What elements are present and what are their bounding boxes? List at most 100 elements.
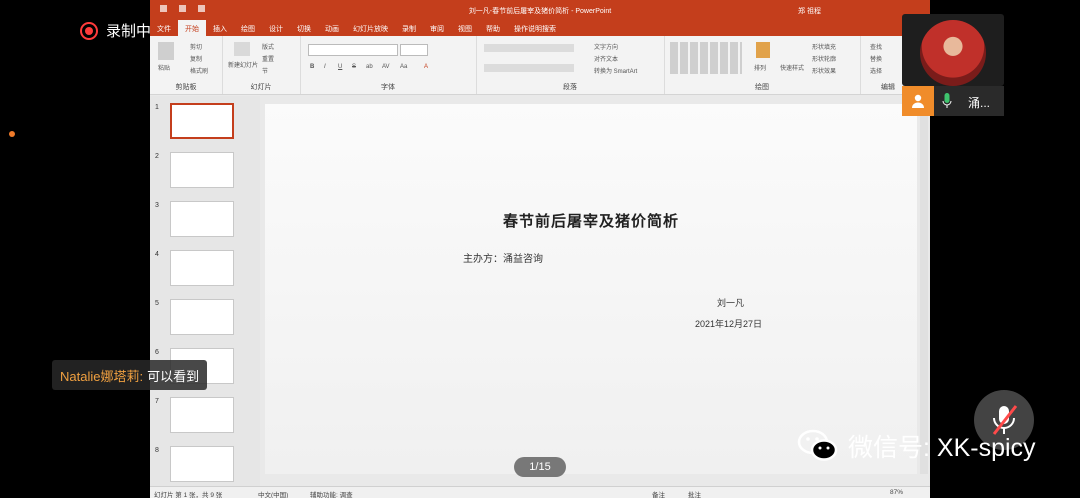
thumb-number: 8 <box>155 447 159 454</box>
font-group-label: 字体 <box>381 84 395 91</box>
slide-organizer: 主办方：涌益咨询 <box>463 254 543 265</box>
shape-outline-button[interactable]: 形状轮廓 <box>812 54 836 63</box>
watermark: 微信号: XK-spicy <box>796 428 1036 464</box>
align-text-button[interactable]: 对齐文本 <box>594 54 618 63</box>
thumb-number: 3 <box>155 202 159 209</box>
shape-fill-button[interactable]: 形状填充 <box>812 42 836 51</box>
new-slide-icon[interactable] <box>234 42 250 56</box>
font-color-button[interactable]: A <box>424 64 428 70</box>
slide-thumbnail-5[interactable] <box>170 299 234 335</box>
slide-canvas[interactable]: 春节前后屠宰及猪价简析 主办方：涌益咨询 刘一凡 2021年12月27日 <box>265 104 917 474</box>
shape-effects-button[interactable]: 形状效果 <box>812 66 836 75</box>
format-painter-button[interactable]: 格式刷 <box>190 66 208 75</box>
zoom-level[interactable]: 87% <box>890 489 903 496</box>
shadow-button[interactable]: ab <box>366 64 373 70</box>
tell-me-search[interactable]: 操作说明搜索 <box>507 20 563 36</box>
slide-thumbnail-8[interactable] <box>170 446 234 482</box>
ppt-titlebar: 刘一凡-春节前后屠宰及猪价简析 - PowerPoint 郑 祖程 <box>150 0 930 20</box>
tab-record[interactable]: 录制 <box>395 20 423 36</box>
copy-button[interactable]: 复制 <box>190 54 202 63</box>
tab-animations[interactable]: 动画 <box>318 20 346 36</box>
thumb-number: 7 <box>155 398 159 405</box>
participant-video[interactable] <box>902 14 1004 86</box>
notes-button[interactable]: 备注 <box>652 489 665 498</box>
paste-label[interactable]: 粘贴 <box>158 63 170 72</box>
tab-insert[interactable]: 插入 <box>206 20 234 36</box>
clipboard-group-label: 剪贴板 <box>175 84 197 91</box>
text-direction-button[interactable]: 文字方向 <box>594 42 618 51</box>
reset-button[interactable]: 重置 <box>262 54 274 63</box>
font-name-dropdown[interactable] <box>308 44 398 56</box>
status-accessibility[interactable]: 辅助功能: 调查 <box>310 489 353 498</box>
char-spacing-button[interactable]: AV <box>382 64 390 70</box>
list-buttons-icon[interactable] <box>484 44 574 52</box>
tab-help[interactable]: 帮助 <box>479 20 507 36</box>
slide-date: 2021年12月27日 <box>695 319 763 329</box>
vertical-scrollbar[interactable] <box>920 104 928 474</box>
bold-button[interactable]: B <box>310 64 314 70</box>
shapes-gallery-icon[interactable] <box>670 42 742 74</box>
cut-button[interactable]: 剪切 <box>190 42 202 51</box>
tab-view[interactable]: 视图 <box>451 20 479 36</box>
smartart-button[interactable]: 转换为 SmartArt <box>594 66 637 75</box>
record-icon <box>80 21 98 40</box>
tab-file[interactable]: 文件 <box>150 20 178 36</box>
thumb-number: 4 <box>155 251 159 258</box>
participant-nameplate: 涌... <box>902 86 1004 116</box>
arrange-button[interactable]: 排列 <box>754 63 766 72</box>
find-button[interactable]: 查找 <box>870 42 882 51</box>
paste-icon[interactable] <box>158 42 174 60</box>
section-button[interactable]: 节 <box>262 66 268 75</box>
font-size-dropdown[interactable] <box>400 44 428 56</box>
thumb-number: 5 <box>155 300 159 307</box>
group-paragraph: 文字方向 对齐文本 转换为 SmartArt 段落 <box>476 36 665 94</box>
thumb-number: 2 <box>155 153 159 160</box>
status-language[interactable]: 中文(中国) <box>258 489 288 498</box>
slide-thumbnail-7[interactable] <box>170 397 234 433</box>
change-case-button[interactable]: Aa <box>400 64 407 70</box>
new-slide-button[interactable]: 新建幻灯片 <box>228 60 258 69</box>
align-buttons-icon[interactable] <box>484 64 574 72</box>
quick-styles-button[interactable]: 快速样式 <box>780 63 804 72</box>
ribbon-tabs: 文件 开始 插入 绘图 设计 切换 动画 幻灯片放映 录制 审阅 视图 帮助 操… <box>150 20 930 36</box>
slide-thumbnail-4[interactable] <box>170 250 234 286</box>
tab-design[interactable]: 设计 <box>262 20 290 36</box>
slide-thumbnail-pane: 1 2 3 4 5 6 7 8 <box>150 96 260 486</box>
slide-title: 春节前后屠宰及猪价简析 <box>502 212 679 230</box>
drawing-group-label: 绘图 <box>755 84 769 91</box>
group-font: B I U S ab AV Aa A 字体 <box>300 36 477 94</box>
paragraph-group-label: 段落 <box>563 84 577 91</box>
shared-screen: 刘一凡-春节前后屠宰及猪价简析 - PowerPoint 郑 祖程 文件 开始 … <box>150 0 930 498</box>
thumb-number: 6 <box>155 349 159 356</box>
wechat-logo-icon <box>797 429 838 461</box>
slide-thumbnail-1[interactable] <box>170 103 234 139</box>
slide-thumbnail-3[interactable] <box>170 201 234 237</box>
person-icon <box>902 86 934 116</box>
select-button[interactable]: 选择 <box>870 66 882 75</box>
tab-transitions[interactable]: 切换 <box>290 20 318 36</box>
thumb-number: 1 <box>155 104 159 111</box>
strikethrough-button[interactable]: S <box>352 64 356 70</box>
replace-button[interactable]: 替换 <box>870 54 882 63</box>
tab-home[interactable]: 开始 <box>178 20 206 36</box>
tab-slideshow[interactable]: 幻灯片放映 <box>346 20 395 36</box>
status-bar: 幻灯片 第 1 张，共 9 张 中文(中国) 辅助功能: 调查 备注 批注 87… <box>150 486 930 498</box>
user-name[interactable]: 郑 祖程 <box>798 6 821 16</box>
recording-label: 录制中 <box>106 23 152 40</box>
layout-button[interactable]: 版式 <box>262 42 274 51</box>
arrange-icon[interactable] <box>756 42 770 58</box>
tab-review[interactable]: 审阅 <box>423 20 451 36</box>
underline-button[interactable]: U <box>338 64 342 70</box>
status-slide-info: 幻灯片 第 1 张，共 9 张 <box>154 492 223 498</box>
group-clipboard: 粘贴 剪切 复制 格式刷 剪贴板 <box>150 36 223 94</box>
group-slides: 新建幻灯片 版式 重置 节 幻灯片 <box>222 36 301 94</box>
chat-message: 可以看到 <box>147 368 200 384</box>
ribbon: 粘贴 剪切 复制 格式刷 剪贴板 新建幻灯片 版式 重置 节 幻灯片 B I U… <box>150 36 930 95</box>
italic-button[interactable]: I <box>324 64 326 70</box>
tab-draw[interactable]: 绘图 <box>234 20 262 36</box>
recording-indicator[interactable]: 录制中 <box>80 20 151 41</box>
slide-thumbnail-2[interactable] <box>170 152 234 188</box>
page-indicator: 1/15 <box>514 457 566 477</box>
comments-button[interactable]: 批注 <box>688 489 701 498</box>
chat-bubble: Natalie娜塔莉: 可以看到 <box>52 360 208 390</box>
